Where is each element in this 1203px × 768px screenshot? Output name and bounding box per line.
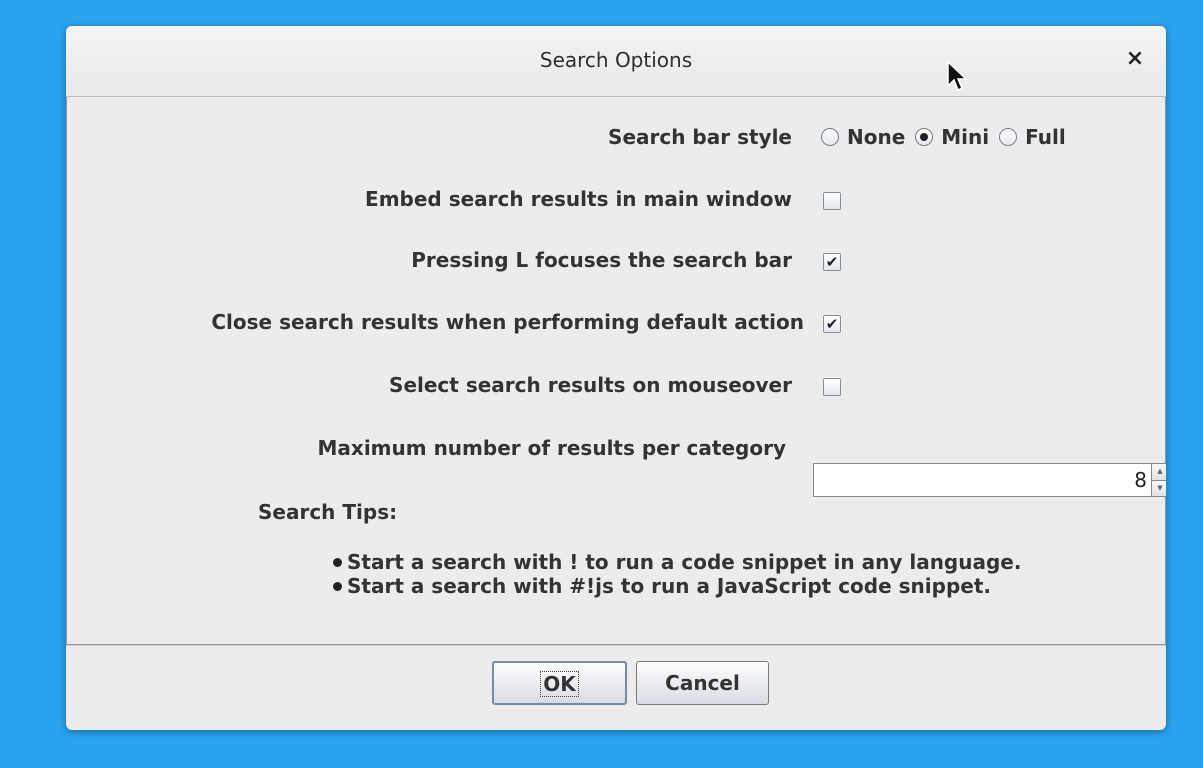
radio-none[interactable]	[821, 128, 839, 146]
close-icon[interactable]: ×	[1122, 46, 1148, 72]
radio-full-label[interactable]: Full	[1025, 125, 1066, 149]
select-mouseover-checkbox[interactable]	[823, 378, 841, 396]
spinner-down-icon[interactable]: ▼	[1152, 480, 1166, 497]
max-results-input[interactable]: 8	[813, 463, 1152, 497]
pressing-l-checkbox[interactable]: ✔	[823, 253, 841, 271]
embed-results-checkbox[interactable]	[823, 192, 841, 210]
cancel-button[interactable]: Cancel	[636, 661, 769, 705]
close-results-checkbox[interactable]: ✔	[823, 315, 841, 333]
tip-item: Start a search with ! to run a code snip…	[333, 550, 1021, 574]
ok-button-label: OK	[540, 671, 579, 697]
radio-full[interactable]	[999, 128, 1018, 146]
search-tips-title: Search Tips:	[258, 500, 398, 524]
search-bar-style-label: Search bar style	[608, 125, 792, 149]
bullet-icon	[333, 581, 342, 591]
dialog-title: Search Options	[539, 48, 693, 72]
options-panel: Search bar style None Mini Full Embed se…	[66, 97, 1166, 645]
max-results-label: Maximum number of results per category	[317, 436, 786, 460]
max-results-spinner[interactable]: 8 ▲ ▼	[813, 463, 1166, 497]
tip-item: Start a search with #!js to run a JavaSc…	[333, 574, 991, 598]
radio-mini-label[interactable]: Mini	[941, 125, 989, 149]
search-bar-style-radio-group: None Mini Full	[821, 123, 1076, 151]
tip-text: Start a search with ! to run a code snip…	[347, 550, 1022, 574]
title-bar[interactable]: Search Options ×	[66, 26, 1166, 97]
pressing-l-label: Pressing L focuses the search bar	[411, 248, 792, 272]
select-mouseover-label: Select search results on mouseover	[389, 373, 792, 397]
spinner-up-icon[interactable]: ▲	[1152, 463, 1166, 481]
embed-results-label: Embed search results in main window	[365, 187, 792, 211]
radio-mini[interactable]	[915, 128, 934, 146]
ok-button[interactable]: OK	[492, 661, 627, 705]
tip-text: Start a search with #!js to run a JavaSc…	[347, 574, 991, 598]
radio-none-label[interactable]: None	[847, 125, 905, 149]
bullet-icon	[333, 557, 342, 567]
button-bar: OK Cancel	[66, 645, 1166, 730]
spinner-buttons: ▲ ▼	[1152, 463, 1166, 497]
search-options-dialog: Search Options × Search bar style None M…	[66, 26, 1166, 730]
close-results-label: Close search results when performing def…	[211, 310, 804, 334]
mouse-cursor-icon	[947, 60, 968, 92]
